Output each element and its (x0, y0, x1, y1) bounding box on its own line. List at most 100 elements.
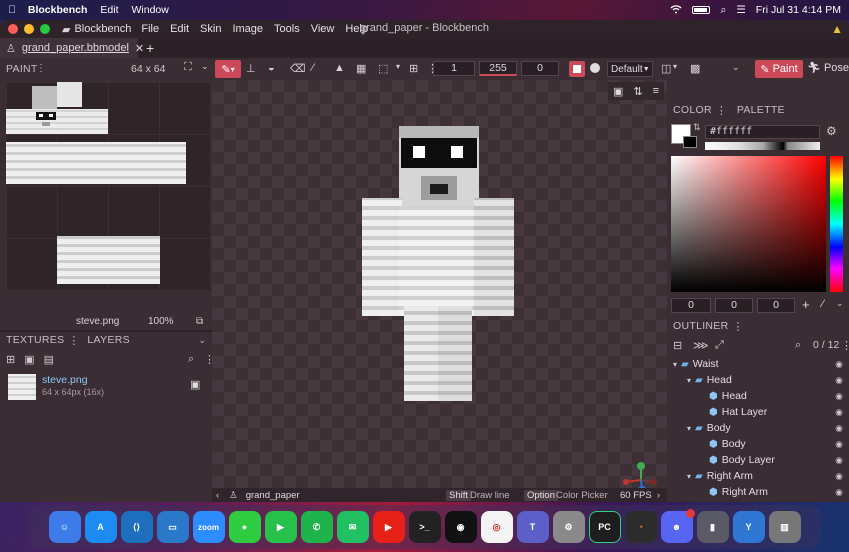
camera-angle-icon[interactable]: ⇅ (633, 85, 642, 98)
round-brush-button[interactable] (590, 63, 600, 73)
visibility-eye-icon[interactable]: ◉ (835, 375, 843, 386)
view-menu-icon[interactable]: ≡ (653, 85, 659, 97)
brush-opacity-input[interactable]: 255 (479, 61, 517, 76)
import-texture-icon[interactable]: ⊞ (6, 353, 15, 366)
whatsapp-icon[interactable]: ✉ (336, 511, 369, 543)
menu-view[interactable]: View (311, 23, 335, 35)
visibility-eye-icon[interactable]: ◉ (835, 439, 843, 450)
chevron-left-icon[interactable]: ‹ (216, 490, 219, 501)
visibility-eye-icon[interactable]: ◉ (835, 391, 843, 402)
remote-desktop-icon[interactable]: ▭ (156, 511, 189, 543)
color-b-input[interactable]: 0 (757, 298, 795, 313)
zoom-window-button[interactable] (40, 24, 50, 34)
chrome-icon[interactable]: ◎ (480, 511, 513, 543)
palette-tab[interactable]: PALETTE (737, 104, 785, 116)
pixel-grid-icon[interactable]: ▩ (690, 62, 700, 75)
menubar-clock[interactable]: Fri Jul 31 4:14 PM (756, 4, 841, 16)
github-icon[interactable]: ◉ (444, 511, 477, 543)
shapes-tool-icon[interactable]: ▲ (334, 62, 345, 74)
outliner-item[interactable]: ⬢ Hat Layer ◉ (667, 404, 849, 420)
chevron-right-icon[interactable]: › (657, 490, 660, 501)
save-texture-icon[interactable]: ▣ (190, 378, 200, 391)
menubar-app-name[interactable]: Blockbench (28, 4, 88, 16)
texture-list-item[interactable]: steve.png 64 x 64px (16x) ▣ (4, 372, 210, 402)
hue-slider[interactable] (830, 156, 843, 292)
new-tab-button[interactable]: + (146, 40, 154, 56)
zoom-icon[interactable]: zoom (192, 511, 225, 543)
minimize-window-button[interactable] (24, 24, 34, 34)
grid-snap-icon[interactable]: ⊞ (409, 62, 418, 75)
3d-viewport[interactable]: ▣ ⇅ ≡ (212, 80, 667, 494)
wifi-icon[interactable] (670, 4, 682, 17)
outliner-menu-icon[interactable]: ⋮ (733, 320, 744, 333)
archive-utility-icon[interactable]: ▮ (696, 511, 729, 543)
app-store-icon[interactable]: A (84, 511, 117, 543)
outliner-item[interactable]: ▾ ▰ Waist ◉ (667, 356, 849, 372)
outliner-item[interactable]: ▾ ▰ Right Arm ◉ (667, 468, 849, 484)
close-window-button[interactable] (8, 24, 18, 34)
menu-edit[interactable]: Edit (170, 23, 189, 35)
system-settings-icon[interactable]: ⚙ (552, 511, 585, 543)
visibility-eye-icon[interactable]: ◉ (835, 359, 843, 370)
collapse-all-icon[interactable]: ⋙ (693, 339, 709, 352)
visibility-eye-icon[interactable]: ◉ (835, 487, 843, 498)
control-center-icon[interactable]: ☰ (736, 4, 745, 16)
apple-icon[interactable]:  (8, 4, 16, 16)
paint-panel-menu-icon[interactable]: ⋮ (36, 63, 46, 74)
saturation-picker[interactable] (671, 156, 826, 292)
selection-tool-icon[interactable]: ⬚ (378, 62, 388, 75)
brush-tool-button[interactable]: ✎ ▾ (215, 60, 241, 78)
textures-tab[interactable]: TEXTURES (6, 334, 64, 346)
facetime-icon[interactable]: ▶ (264, 511, 297, 543)
paint-mode-button[interactable]: ✎ Paint (755, 60, 803, 78)
texture-paint-preview[interactable] (6, 82, 210, 290)
discord-icon[interactable]: ☻ (660, 509, 695, 543)
outliner-item[interactable]: ⬢ Head ◉ (667, 388, 849, 404)
mirror-dropdown-icon[interactable]: ▾ (673, 62, 677, 71)
fullscreen-icon[interactable]: ⛶ (184, 61, 192, 74)
menu-file[interactable]: File (141, 23, 159, 35)
fill-bucket-icon[interactable]: ◒ (268, 62, 275, 74)
finder-icon[interactable]: ☺ (48, 511, 81, 543)
outliner-item[interactable]: ⬢ Right Arm ◉ (667, 484, 849, 500)
layers-tab[interactable]: LAYERS (87, 334, 129, 346)
visibility-eye-icon[interactable]: ◉ (835, 423, 843, 434)
pose-mode-button[interactable]: 🏃︎ Pose (807, 61, 849, 75)
menubar-window[interactable]: Window (131, 4, 168, 16)
outliner-item[interactable]: ⬢ Body Layer ◉ (667, 452, 849, 468)
menu-skin[interactable]: Skin (200, 23, 221, 35)
expand-chevron-icon[interactable]: ▾ (687, 376, 691, 385)
teams-icon[interactable]: T (516, 511, 549, 543)
blend-mode-select[interactable]: Default ▼ (607, 61, 653, 77)
color-tab-menu-icon[interactable]: ⋮ (716, 104, 727, 117)
character-model[interactable] (362, 126, 517, 401)
brush-size-input[interactable]: 1 (433, 61, 475, 76)
color-panel-chevron-icon[interactable]: ⌄ (836, 298, 844, 309)
pycharm-icon[interactable]: PC (588, 511, 621, 543)
color-picker-icon[interactable]: ⁄ (312, 62, 314, 74)
copy-brush-icon[interactable]: ▦ (356, 62, 366, 75)
save-all-textures-icon[interactable]: ▣ (24, 353, 34, 366)
spotlight-search-icon[interactable]: ⌕ (720, 4, 726, 17)
eyedropper-icon[interactable]: ⁄ (822, 298, 824, 310)
outliner-item[interactable]: ▾ ▰ Head ◉ (667, 372, 849, 388)
chevron-down-icon[interactable]: ⌄ (201, 61, 209, 72)
add-group-icon[interactable]: ⊟ (673, 339, 682, 352)
add-color-icon[interactable]: + (802, 297, 810, 312)
expand-icon[interactable]: ⤢ (715, 339, 724, 352)
outliner-item[interactable]: ⬢Right Arm Layer◉ (667, 500, 849, 502)
vscode-icon[interactable]: ⟨⟩ (120, 511, 153, 543)
outliner-overflow-icon[interactable]: ⋮ (841, 339, 849, 352)
trash-icon[interactable]: ▥ (768, 511, 801, 543)
swap-colors-icon[interactable]: ⇅ (693, 122, 701, 133)
color-r-input[interactable]: 0 (671, 298, 711, 313)
textures-tab-menu-icon[interactable]: ⋮ (68, 334, 79, 347)
square-brush-button[interactable] (569, 61, 585, 77)
screenshot-icon[interactable]: ▣ (613, 85, 623, 98)
menu-help[interactable]: Help (345, 23, 368, 35)
eraser-icon[interactable]: ⌫ (290, 62, 306, 75)
selection-dropdown-icon[interactable]: ▾ (396, 62, 400, 71)
menu-image[interactable]: Image (232, 23, 263, 35)
hex-color-input[interactable]: #ffffff (705, 125, 820, 139)
battery-icon[interactable] (692, 6, 711, 14)
